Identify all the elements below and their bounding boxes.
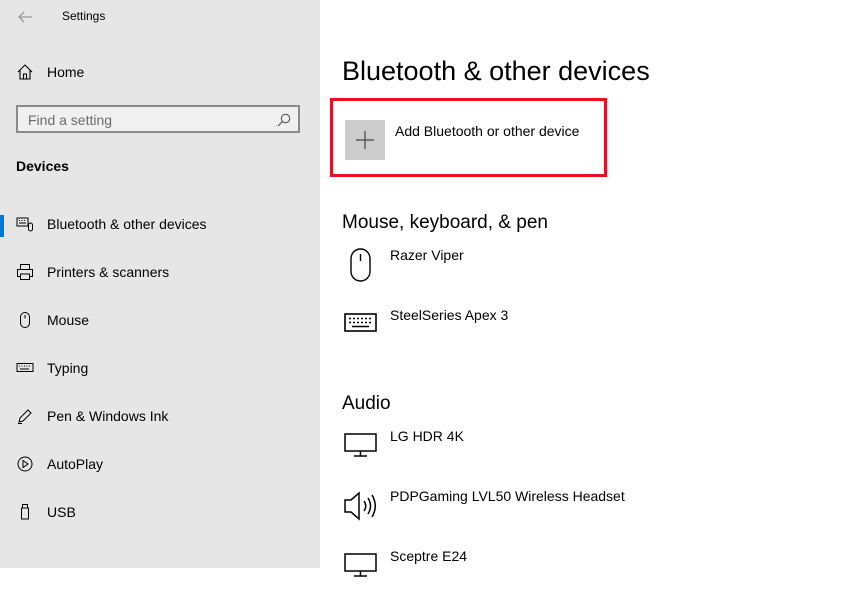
- device-item[interactable]: SteelSeries Apex 3: [342, 307, 842, 347]
- section-title: Devices: [16, 158, 69, 174]
- group-heading-input: Mouse, keyboard, & pen: [342, 212, 548, 233]
- page-title: Bluetooth & other devices: [342, 56, 650, 86]
- active-indicator: [0, 215, 4, 237]
- device-name: LG HDR 4K: [390, 428, 464, 444]
- sidebar-item-label: Bluetooth & other devices: [47, 216, 207, 232]
- sidebar-item-pen[interactable]: Pen & Windows Ink: [0, 397, 320, 437]
- autoplay-icon: [16, 455, 34, 473]
- search-input[interactable]: Find a setting: [16, 105, 300, 133]
- sidebar-item-label: Printers & scanners: [47, 264, 170, 280]
- add-device-highlight: Add Bluetooth or other device: [330, 98, 607, 177]
- sidebar-item-autoplay[interactable]: AutoPlay: [0, 445, 320, 485]
- monitor-icon: [342, 428, 382, 468]
- home-icon: [16, 63, 34, 81]
- sidebar-item-home[interactable]: Home: [0, 53, 320, 93]
- bluetooth-devices-icon: [16, 215, 34, 233]
- sidebar-item-label: Home: [47, 64, 85, 80]
- main-content: Bluetooth & other devices Add Bluetooth …: [320, 0, 861, 577]
- device-item[interactable]: Razer Viper: [342, 247, 842, 287]
- usb-icon: [16, 503, 34, 521]
- mouse-icon: [16, 311, 34, 329]
- title-bar: Settings: [0, 0, 320, 34]
- sidebar-item-mouse[interactable]: Mouse: [0, 301, 320, 341]
- mouse-icon: [342, 247, 382, 287]
- monitor-icon: [342, 548, 382, 588]
- sidebar-item-usb[interactable]: USB: [0, 493, 320, 533]
- keyboard-icon: [16, 359, 34, 377]
- device-item[interactable]: Sceptre E24: [342, 548, 842, 588]
- device-item[interactable]: LG HDR 4K: [342, 428, 842, 468]
- device-name: Razer Viper: [390, 247, 464, 263]
- search-icon[interactable]: [276, 112, 292, 128]
- sidebar-item-typing[interactable]: Typing: [0, 349, 320, 389]
- device-item[interactable]: PDPGaming LVL50 Wireless Headset: [342, 488, 842, 528]
- add-device-button[interactable]: [345, 120, 385, 160]
- group-heading-audio: Audio: [342, 393, 391, 414]
- sidebar-item-label: USB: [47, 504, 76, 520]
- sidebar-item-label: AutoPlay: [47, 456, 104, 472]
- speaker-icon: [342, 488, 382, 528]
- back-arrow-icon[interactable]: [14, 6, 36, 28]
- sidebar-item-label: Pen & Windows Ink: [47, 408, 169, 424]
- sidebar-item-label: Mouse: [47, 312, 90, 328]
- sidebar: Settings Home Find a setting Devices Blu…: [0, 0, 320, 568]
- plus-icon: [356, 131, 374, 149]
- sidebar-item-printers[interactable]: Printers & scanners: [0, 253, 320, 293]
- pen-icon: [16, 407, 34, 425]
- device-name: SteelSeries Apex 3: [390, 307, 509, 323]
- search-placeholder: Find a setting: [28, 112, 113, 128]
- sidebar-item-label: Typing: [47, 360, 89, 376]
- sidebar-item-bluetooth[interactable]: Bluetooth & other devices: [0, 205, 320, 245]
- device-name: PDPGaming LVL50 Wireless Headset: [390, 488, 625, 504]
- keyboard-icon: [342, 307, 382, 347]
- printer-icon: [16, 263, 34, 281]
- add-device-label[interactable]: Add Bluetooth or other device: [395, 123, 579, 139]
- device-name: Sceptre E24: [390, 548, 468, 564]
- window-title: Settings: [62, 9, 106, 23]
